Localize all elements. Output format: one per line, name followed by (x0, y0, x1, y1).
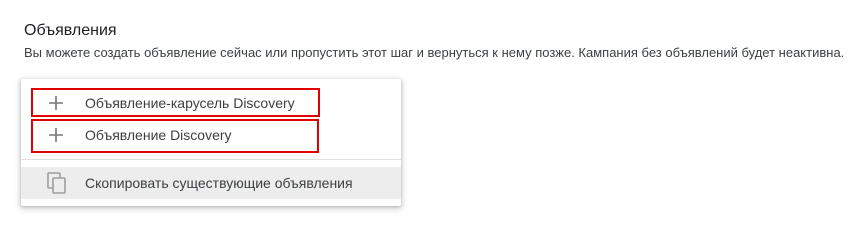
copy-icon (47, 172, 66, 194)
menu-item-discovery-ad[interactable]: Объявление Discovery (21, 119, 401, 149)
menu-divider (21, 159, 401, 160)
menu-item-label: Скопировать существующие объявления (85, 175, 353, 191)
section-description: Вы можете создать объявление сейчас или … (24, 45, 845, 60)
plus-icon (49, 96, 63, 110)
menu-item-copy-existing-ads[interactable]: Скопировать существующие объявления (21, 167, 401, 199)
menu-item-label: Объявление-карусель Discovery (85, 95, 295, 111)
plus-icon (49, 128, 63, 142)
menu-item-discovery-carousel-ad[interactable]: Объявление-карусель Discovery (21, 88, 401, 118)
section-title: Объявления (24, 22, 117, 39)
menu-item-label: Объявление Discovery (85, 127, 232, 143)
new-ad-menu: Объявление-карусель Discovery Объявление… (21, 79, 401, 206)
